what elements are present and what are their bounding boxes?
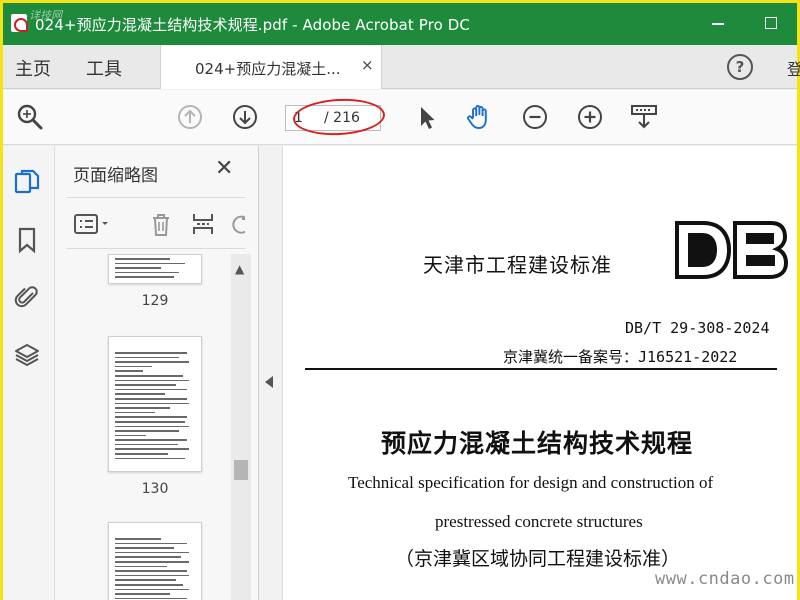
window-title: 024+预应力混凝土结构技术规程.pdf - Adobe Acrobat Pro…: [35, 16, 470, 34]
collapse-arrow-icon[interactable]: [265, 376, 273, 388]
title-bar: 详技网 024+预应力混凝土结构技术规程.pdf - Adobe Acrobat…: [3, 3, 797, 45]
attachments-icon[interactable]: [13, 283, 41, 311]
scroll-up-icon[interactable]: ▲: [235, 262, 244, 276]
thumbnail-list[interactable]: 129 130: [55, 254, 233, 600]
document-title-cn: 预应力混凝土结构技术规程: [381, 429, 694, 458]
thumbnail-scrollbar[interactable]: ▲: [231, 254, 251, 600]
divider-line: [305, 368, 777, 370]
document-title-en-line1: Technical specification for design and c…: [348, 473, 714, 492]
tab-tools[interactable]: 工具: [86, 55, 122, 81]
minimize-button[interactable]: [712, 23, 724, 25]
hand-tool-icon[interactable]: [465, 103, 493, 131]
document-tab-label: 024+预应力混凝土...: [195, 60, 341, 78]
next-page-icon[interactable]: [231, 103, 259, 131]
standard-issuer: 天津市工程建设标准: [423, 253, 612, 277]
page-thumbnail-label: 130: [141, 481, 169, 497]
tab-document[interactable]: 024+预应力混凝土... ×: [160, 45, 382, 89]
maximize-button[interactable]: [765, 17, 777, 29]
toolbar: 1 / 216: [3, 90, 797, 145]
select-cursor-icon[interactable]: [413, 103, 441, 131]
zoom-in-icon[interactable]: [576, 103, 604, 131]
page-thumbnail[interactable]: [108, 336, 202, 472]
page-number-input[interactable]: 1 / 216: [285, 105, 381, 131]
site-watermark-bottom: www.cndao.com: [655, 569, 795, 589]
page-thumbnail[interactable]: [108, 522, 202, 600]
standard-code: DB/T 29-308-2024: [625, 319, 770, 337]
acrobat-app-icon: [11, 14, 28, 32]
tab-home[interactable]: 主页: [15, 55, 51, 81]
layers-icon[interactable]: [13, 341, 41, 369]
search-icon[interactable]: [16, 103, 44, 131]
panel-title: 页面缩略图: [73, 166, 158, 186]
page-thumbnail-label: 129: [141, 293, 169, 309]
insert-page-icon[interactable]: [189, 210, 217, 238]
panel-toolbar: [67, 197, 245, 249]
document-page: 天津市工程建设标准 DB/T 29-308-2024 京津冀统一备案号：J165…: [283, 146, 797, 600]
bookmarks-icon[interactable]: [13, 226, 41, 254]
zoom-out-icon[interactable]: [521, 103, 549, 131]
record-number: 京津冀统一备案号：J16521-2022: [503, 348, 738, 366]
sign-in-button[interactable]: 登: [787, 56, 800, 80]
document-title-en-line2: prestressed concrete structures: [435, 512, 643, 531]
thumbnail-panel: 页面缩略图 ✕ 129 130 ▲: [55, 146, 259, 600]
current-page[interactable]: 1: [294, 110, 303, 126]
delete-page-icon[interactable]: [147, 210, 175, 238]
navigation-rail: [3, 146, 55, 600]
tab-bar: 主页 工具 024+预应力混凝土... × ? 登: [3, 45, 800, 89]
rotate-page-icon[interactable]: [227, 210, 245, 238]
db-logo: [673, 219, 789, 281]
page-thumbnails-icon[interactable]: [13, 168, 41, 196]
page-display-icon[interactable]: [630, 103, 658, 131]
help-icon[interactable]: ?: [727, 54, 753, 80]
previous-page-icon[interactable]: [176, 103, 204, 131]
panel-collapse-bar[interactable]: [259, 146, 283, 600]
scrollbar-handle[interactable]: [234, 460, 248, 480]
page-count: / 216: [324, 110, 360, 126]
close-panel-icon[interactable]: ✕: [215, 156, 233, 181]
options-menu-icon[interactable]: [73, 210, 113, 238]
close-tab-icon[interactable]: ×: [361, 56, 374, 74]
page-thumbnail[interactable]: [108, 254, 202, 284]
document-subtitle: （京津冀区域协同工程建设标准）: [395, 548, 681, 570]
